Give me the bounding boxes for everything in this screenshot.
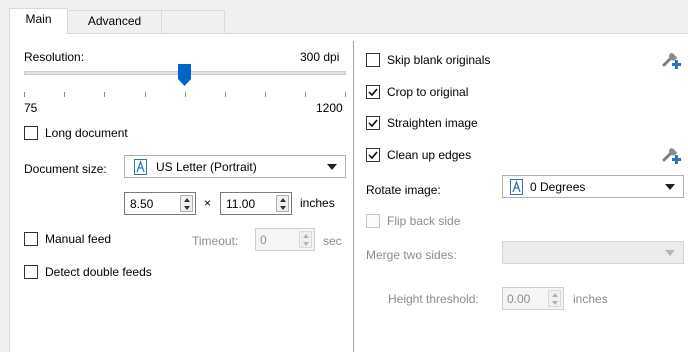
timeout-spinner[interactable]: 0 — [255, 228, 315, 251]
spin-buttons[interactable] — [180, 195, 193, 212]
clean-edges-checkbox[interactable] — [366, 148, 380, 162]
resolution-label: Resolution: — [24, 50, 85, 64]
page-icon — [510, 179, 523, 198]
document-size-value: US Letter (Portrait) — [156, 160, 257, 174]
chevron-down-icon — [665, 184, 675, 190]
resolution-max-label: 1200 — [316, 101, 343, 115]
manual-feed-checkbox[interactable] — [24, 232, 38, 246]
document-size-select[interactable]: US Letter (Portrait) — [124, 155, 346, 178]
flip-back-checkbox[interactable] — [366, 214, 380, 228]
detect-double-feeds-checkbox[interactable] — [24, 265, 38, 279]
crop-checkbox[interactable] — [366, 85, 380, 99]
manual-feed-label: Manual feed — [45, 232, 112, 246]
merge-label: Merge two sides: — [366, 248, 457, 262]
chevron-down-icon — [665, 250, 675, 256]
tab-empty — [161, 10, 225, 33]
tab-main-label: Main — [25, 12, 52, 26]
merge-select[interactable] — [502, 241, 684, 264]
resolution-value: 300 dpi — [300, 50, 340, 64]
tab-advanced[interactable]: Advanced — [67, 10, 162, 33]
straighten-checkbox[interactable] — [366, 116, 380, 130]
rotate-label: Rotate image: — [366, 183, 441, 197]
height-threshold-units: inches — [573, 292, 608, 306]
resolution-min-label: 75 — [24, 101, 38, 115]
timeout-units: sec — [323, 234, 342, 248]
column-divider — [353, 41, 354, 352]
skip-blank-label: Skip blank originals — [387, 53, 491, 67]
spin-buttons[interactable] — [276, 195, 289, 212]
page-icon — [134, 159, 147, 178]
wrench-plus-icon[interactable] — [661, 48, 683, 73]
timeout-label: Timeout: — [192, 234, 239, 248]
long-document-checkbox[interactable] — [24, 126, 38, 140]
rotate-value: 0 Degrees — [530, 180, 586, 194]
height-threshold-value: 0.00 — [507, 292, 531, 306]
height-threshold-spinner[interactable]: 0.00 — [502, 287, 564, 310]
resolution-slider-thumb[interactable] — [178, 64, 191, 86]
straighten-label: Straighten image — [387, 116, 478, 130]
document-height-value: 11.00 — [226, 197, 256, 211]
timeout-value: 0 — [260, 233, 267, 247]
long-document-label: Long document — [45, 126, 128, 140]
document-size-label: Document size: — [24, 162, 107, 176]
document-width-value: 8.50 — [130, 197, 154, 211]
flip-back-label: Flip back side — [387, 214, 461, 228]
detect-double-feeds-label: Detect double feeds — [45, 265, 152, 279]
chevron-down-icon — [327, 164, 337, 170]
wrench-plus-icon[interactable] — [661, 143, 683, 168]
tab-strip: Main Advanced — [0, 0, 688, 34]
skip-blank-checkbox[interactable] — [366, 53, 380, 67]
spin-buttons[interactable] — [299, 231, 312, 248]
resolution-ticks — [24, 92, 346, 98]
times-sign: × — [204, 196, 212, 210]
document-height-spinner[interactable]: 11.00 — [220, 192, 292, 215]
clean-edges-label: Clean up edges — [387, 148, 472, 162]
tab-main[interactable]: Main — [9, 8, 68, 34]
crop-label: Crop to original — [387, 85, 469, 99]
document-width-spinner[interactable]: 8.50 — [124, 192, 196, 215]
tab-advanced-label: Advanced — [87, 14, 142, 28]
height-threshold-label: Height threshold: — [388, 292, 479, 306]
rotate-select[interactable]: 0 Degrees — [502, 175, 684, 198]
spin-buttons[interactable] — [548, 290, 561, 307]
document-size-units: inches — [300, 196, 335, 210]
